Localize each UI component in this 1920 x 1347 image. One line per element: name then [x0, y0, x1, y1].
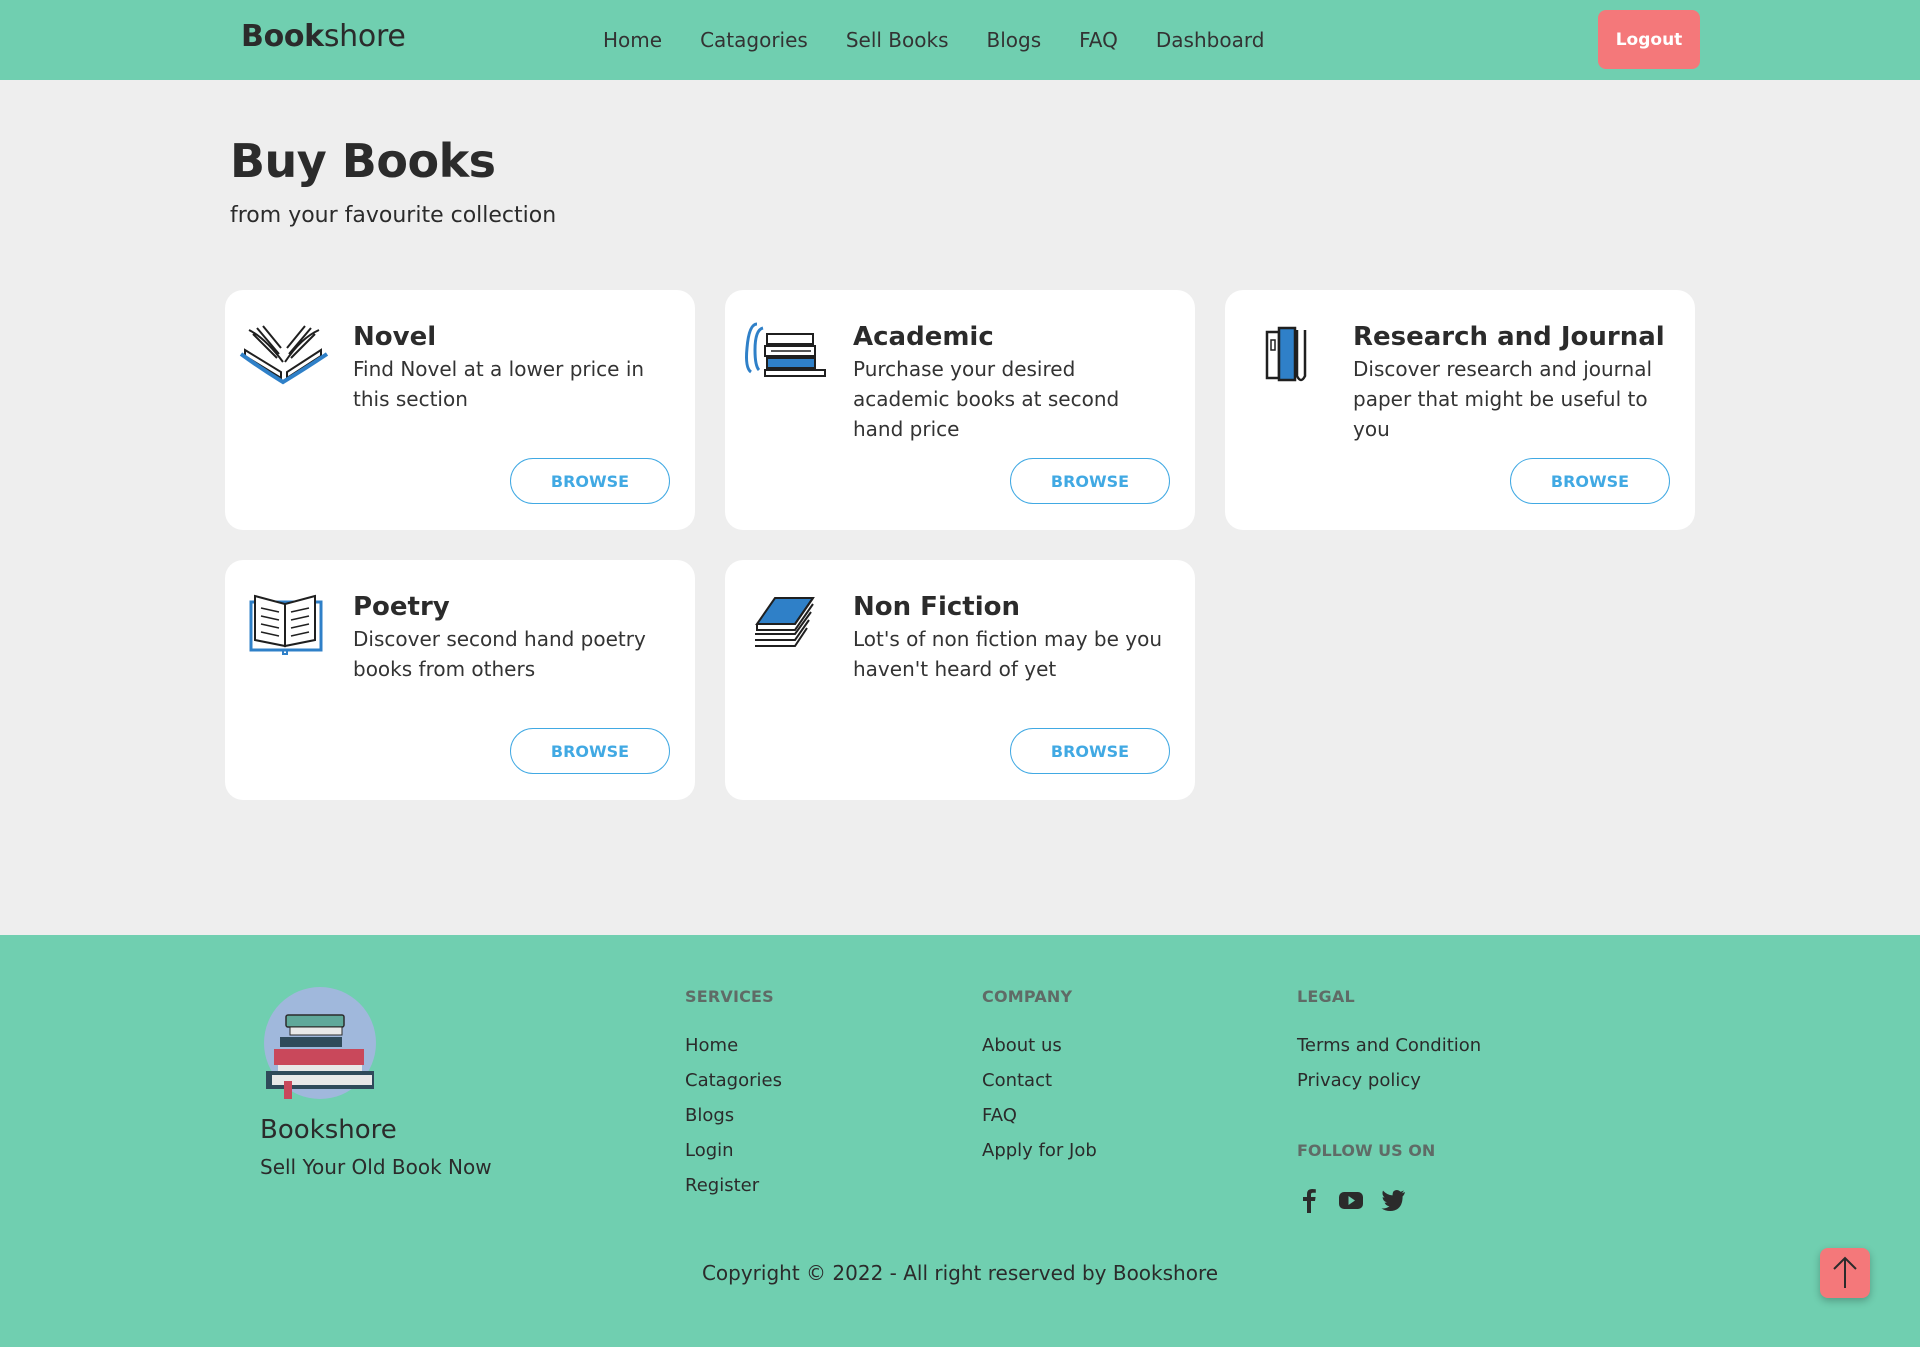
- category-card-novel: Novel Find Novel at a lower price in thi…: [225, 290, 695, 530]
- logout-button[interactable]: Logout: [1598, 10, 1700, 69]
- card-description: Lot's of non fiction may be you haven't …: [853, 627, 1163, 681]
- blue-book-stack-icon: [755, 597, 815, 647]
- footer-link-login[interactable]: Login: [685, 1133, 782, 1168]
- youtube-icon[interactable]: [1336, 1185, 1366, 1215]
- footer-link-faq[interactable]: FAQ: [982, 1098, 1097, 1133]
- nav-dashboard[interactable]: Dashboard: [1156, 24, 1265, 56]
- footer: Bookshore Sell Your Old Book Now SERVICE…: [0, 935, 1920, 1347]
- footer-legal: LEGAL Terms and Condition Privacy policy: [1297, 987, 1481, 1098]
- footer-tagline: Sell Your Old Book Now: [260, 1155, 492, 1179]
- brand-rest: shore: [323, 19, 406, 54]
- browse-non-fiction-button[interactable]: BROWSE: [1010, 728, 1170, 774]
- browse-research-button[interactable]: BROWSE: [1510, 458, 1670, 504]
- footer-link-apply-job[interactable]: Apply for Job: [982, 1133, 1097, 1168]
- footer-link-register[interactable]: Register: [685, 1168, 782, 1203]
- page-subtitle: from your favourite collection: [230, 203, 557, 228]
- card-title: Non Fiction: [853, 592, 1020, 622]
- standing-books-icon: [1265, 326, 1307, 382]
- card-title: Novel: [353, 322, 437, 352]
- footer-link-contact[interactable]: Contact: [982, 1063, 1097, 1098]
- copyright-text: Copyright © 2022 - All right reserved by…: [701, 1261, 1219, 1285]
- top-navbar: Bookshore Home Catagories Sell Books Blo…: [0, 0, 1920, 80]
- card-description: Find Novel at a lower price in this sect…: [353, 357, 645, 411]
- scroll-to-top-button[interactable]: [1820, 1248, 1870, 1298]
- footer-services: SERVICES Home Catagories Blogs Login Reg…: [685, 987, 782, 1203]
- open-book-icon: [239, 325, 329, 385]
- footer-link-privacy[interactable]: Privacy policy: [1297, 1063, 1481, 1098]
- footer-link-terms[interactable]: Terms and Condition: [1297, 1028, 1481, 1063]
- footer-company: COMPANY About us Contact FAQ Apply for J…: [982, 987, 1097, 1168]
- nav-blogs[interactable]: Blogs: [987, 24, 1042, 56]
- legal-heading: LEGAL: [1297, 987, 1355, 1006]
- footer-brand: Bookshore: [260, 1115, 397, 1145]
- category-card-poetry: Poetry Discover second hand poetry books…: [225, 560, 695, 800]
- category-card-research: Research and Journal Discover research a…: [1225, 290, 1695, 530]
- arrow-up-icon: [1833, 1256, 1857, 1288]
- card-title: Poetry: [353, 592, 450, 622]
- card-title: Research and Journal: [1353, 322, 1665, 352]
- brand-logo[interactable]: Bookshore: [241, 19, 406, 54]
- category-card-non-fiction: Non Fiction Lot's of non fiction may be …: [725, 560, 1195, 800]
- company-heading: COMPANY: [982, 987, 1073, 1006]
- category-card-academic: Academic Purchase your desired academic …: [725, 290, 1195, 530]
- nav-faq[interactable]: FAQ: [1079, 24, 1118, 56]
- nav-home[interactable]: Home: [603, 24, 662, 56]
- footer-link-home[interactable]: Home: [685, 1028, 782, 1063]
- card-description: Discover research and journal paper that…: [1353, 357, 1653, 441]
- page-title: Buy Books: [230, 134, 496, 188]
- card-description: Purchase your desired academic books at …: [853, 357, 1120, 441]
- footer-link-catagories[interactable]: Catagories: [685, 1063, 782, 1098]
- footer-link-about[interactable]: About us: [982, 1028, 1097, 1063]
- services-heading: SERVICES: [685, 987, 774, 1006]
- card-title: Academic: [853, 322, 994, 352]
- brand-bold: Book: [241, 19, 324, 54]
- book-stack-icon: [745, 322, 826, 377]
- nav-sell-books[interactable]: Sell Books: [846, 24, 949, 56]
- browse-academic-button[interactable]: BROWSE: [1010, 458, 1170, 504]
- books-logo-icon: [264, 987, 376, 1099]
- twitter-icon[interactable]: [1378, 1185, 1408, 1215]
- nav-links: Home Catagories Sell Books Blogs FAQ Das…: [603, 24, 1302, 56]
- footer-link-blogs[interactable]: Blogs: [685, 1098, 782, 1133]
- card-description: Discover second hand poetry books from o…: [353, 627, 646, 681]
- facebook-icon[interactable]: [1294, 1185, 1324, 1215]
- browse-novel-button[interactable]: BROWSE: [510, 458, 670, 504]
- reading-book-icon: [249, 594, 323, 655]
- follow-heading: FOLLOW US ON: [1297, 1141, 1436, 1160]
- nav-catagories[interactable]: Catagories: [700, 24, 808, 56]
- browse-poetry-button[interactable]: BROWSE: [510, 728, 670, 774]
